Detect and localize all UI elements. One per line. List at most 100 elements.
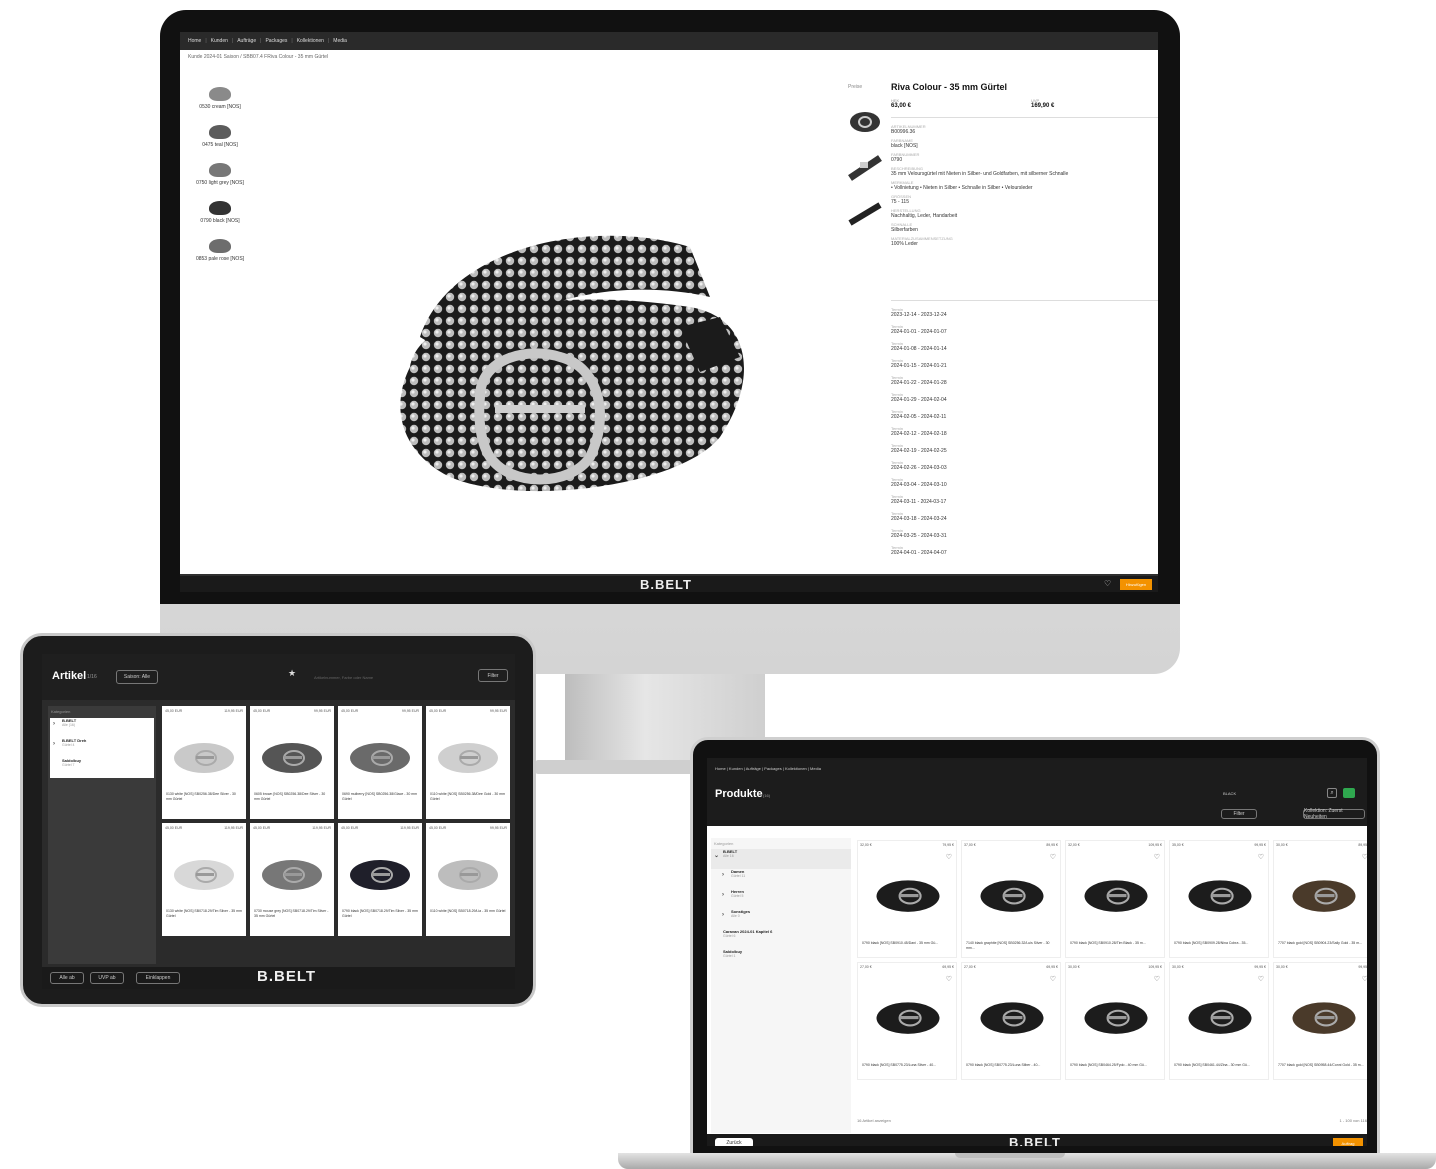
product-card[interactable]: 30,00 € 99,95 € ♡ 7707 black gold [NOS] SB0… [1273, 962, 1367, 1080]
search-input[interactable]: Artikelnummer, Farbe oder Name [314, 675, 373, 680]
variant-item[interactable]: 0853 pale rose [NOS] [190, 224, 250, 262]
nav-kollektionen[interactable]: Kollektionen [297, 38, 324, 44]
belt-image [1084, 880, 1148, 912]
heart-icon[interactable]: ♡ [1258, 975, 1264, 983]
date-row[interactable]: Termin 2024-01-08 - 2024-01-14 [891, 341, 991, 358]
date-row[interactable]: Termin 2024-01-15 - 2024-01-21 [891, 358, 991, 375]
date-row[interactable]: Termin 2024-04-01 - 2024-04-07 [891, 545, 991, 562]
filter-button[interactable]: Filter [478, 669, 508, 682]
ek-price: 45,00 EUR [429, 709, 447, 713]
category-item[interactable]: › Herren Gürtel 5 [719, 889, 851, 909]
date-row[interactable]: Termin 2024-03-11 - 2024-03-17 [891, 494, 991, 511]
back-button[interactable]: Zurück [715, 1138, 753, 1146]
belt-thumbnail-icon[interactable] [848, 107, 882, 137]
date-row[interactable]: Termin 2024-01-29 - 2024-02-04 [891, 392, 991, 409]
heart-icon[interactable]: ♡ [1362, 975, 1367, 983]
variant-item[interactable]: 0530 cream [NOS] [190, 72, 250, 110]
variant-item[interactable]: 0790 black [NOS] [190, 186, 250, 224]
date-row[interactable]: Termin 2024-02-05 - 2024-02-11 [891, 409, 991, 426]
breadcrumb[interactable]: Kunde 2024-01 Saison / SBB07.4 FRiva Col… [188, 54, 328, 60]
date-row[interactable]: Termin 2024-01-01 - 2024-01-07 [891, 324, 991, 341]
product-card[interactable]: 32,00 € 109,95 € ♡ 0790 black [NOS] SB0910.… [1065, 840, 1165, 958]
page-range[interactable]: 1 - 100 von 116 [1339, 1118, 1367, 1128]
nav-home[interactable]: Home [188, 38, 201, 44]
sort-button[interactable]: Kollektion: Zuerst Neuheiten [1303, 808, 1365, 820]
belt-image [438, 743, 498, 773]
product-card[interactable]: 45,00 EUR 119,95 EUR 0130 white [NOS] SB02… [162, 706, 246, 819]
product-card[interactable]: 27,00 € 69,95 € ♡ 0790 black [NOS] SB0775.2… [961, 962, 1061, 1080]
category-item[interactable]: › Sonstiges Alle 0 [719, 909, 851, 929]
belt-thumbnail-icon[interactable] [848, 197, 882, 227]
date-row[interactable]: Termin 2024-02-12 - 2024-02-18 [891, 426, 991, 443]
heart-icon[interactable]: ♡ [1258, 853, 1264, 861]
filter-button[interactable]: Filter [1221, 809, 1257, 819]
heart-icon[interactable]: ♡ [1050, 853, 1056, 861]
product-card[interactable]: 45,00 EUR 99,95 EUR 0110 white [NOS] SB025… [426, 706, 510, 819]
brand-logo: B.BELT [640, 577, 692, 592]
show-articles-link[interactable]: 16 Artikel anzeigen [857, 1118, 891, 1128]
product-name: 0110 white [NOS] SB0718.29/Lia - 35 mm G… [430, 909, 506, 913]
date-row[interactable]: Termin 2023-12-14 - 2023-12-24 [891, 307, 991, 324]
heart-icon[interactable]: ♡ [1154, 975, 1160, 983]
heart-icon[interactable]: ♡ [1050, 975, 1056, 983]
footer-button[interactable]: UVP ab [90, 972, 124, 984]
footer-button[interactable]: Einklappen [136, 972, 180, 984]
heart-icon[interactable]: ♡ [1104, 579, 1111, 588]
product-card[interactable]: 45,00 EUR 119,95 EUR 0730 mouse grey [NOS]… [250, 823, 334, 936]
product-card[interactable]: 35,00 € 99,95 € ♡ 0790 black [NOS] SB0909.2… [1169, 840, 1269, 958]
product-card[interactable]: 30,00 € 89,95 € ♡ 7707 black gold [NOS] SB0… [1273, 840, 1367, 958]
product-card[interactable]: 30,00 € 109,95 € ♡ 0790 black [NOS] SB0464.… [1065, 962, 1165, 1080]
product-card[interactable]: 32,00 € 79,95 € ♡ 0790 black [NOS] SB0910.4… [857, 840, 957, 958]
ek-price: 30,00 € [1276, 965, 1288, 969]
add-icon[interactable] [1343, 788, 1355, 798]
variant-item[interactable]: 0750 light grey [NOS] [190, 148, 250, 186]
nav-kunden[interactable]: Kunden [211, 38, 228, 44]
date-row[interactable]: Termin 2024-01-22 - 2024-01-28 [891, 375, 991, 392]
tablet-header: Artikel 1/16 Saison: Alle ★ Artikelnumme… [42, 654, 515, 700]
laptop-notch [955, 1153, 1065, 1158]
heart-icon[interactable]: ♡ [946, 975, 952, 983]
season-filter-button[interactable]: Saison: Alle [116, 670, 158, 684]
belt-thumbnail-icon[interactable] [848, 152, 882, 182]
order-button[interactable]: Auftrag [1333, 1138, 1363, 1146]
star-icon[interactable]: ★ [288, 668, 296, 679]
product-card[interactable]: 45,00 EUR 99,95 EUR 0110 white [NOS] SB071… [426, 823, 510, 936]
product-card[interactable]: 27,00 € 69,95 € ♡ 0790 black [NOS] SB0775.2… [857, 962, 957, 1080]
date-row[interactable]: Termin 2024-02-26 - 2024-03-03 [891, 460, 991, 477]
nav-auftraege[interactable]: Aufträge [237, 38, 256, 44]
date-row[interactable]: Termin 2024-03-04 - 2024-03-10 [891, 477, 991, 494]
product-card[interactable]: 45,00 EUR 119,95 EUR 0790 black [NOS] SB07… [338, 823, 422, 936]
product-card[interactable]: 45,00 EUR 99,95 EUR 0605 brown [NOS] SB025… [250, 706, 334, 819]
uvp-price: 109,95 € [1148, 965, 1162, 969]
nav-packages[interactable]: Packages [265, 38, 287, 44]
footer-button[interactable]: Alle ab [50, 972, 84, 984]
heart-icon[interactable]: ♡ [1362, 853, 1367, 861]
category-item[interactable]: › B.BELT Dreh Gürtel 4 [50, 738, 154, 758]
product-card[interactable]: 37,00 € 89,95 € ♡ 7140 black graphite [NOS]… [961, 840, 1061, 958]
product-card[interactable]: 30,00 € 99,95 € ♡ 0790 black [NOS] SB0461.4… [1169, 962, 1269, 1080]
category-item[interactable]: › B.BELT Alle (16) [50, 718, 154, 738]
product-card[interactable]: 45,00 EUR 99,95 EUR 0690 mulberry [NOS] SB… [338, 706, 422, 819]
category-item[interactable]: Saldo/buy Gürtel 7 [50, 758, 154, 778]
category-item[interactable]: › Damen Gürtel 11 [719, 869, 851, 889]
search-input[interactable]: BLACK [1223, 791, 1236, 796]
category-item[interactable]: Caravan 2024-01 Kapitel 6 Gürtel 6 [711, 929, 851, 949]
add-to-order-button[interactable]: Hinzufügen [1120, 579, 1152, 590]
heart-icon[interactable]: ♡ [1154, 853, 1160, 861]
uvp-price: 99,95 € [1254, 965, 1266, 969]
date-row[interactable]: Termin 2024-02-19 - 2024-02-25 [891, 443, 991, 460]
date-row[interactable]: Termin 2024-03-18 - 2024-03-24 [891, 511, 991, 528]
product-card[interactable]: 45,00 EUR 119,95 EUR 0130 white [NOS] SB07… [162, 823, 246, 936]
laptop-top-nav[interactable]: Home | Kunden | Aufträge | Packages | Ko… [715, 766, 821, 771]
category-item[interactable]: ⌄ B.BELT Alle 16 [711, 849, 851, 869]
heart-icon[interactable]: ♡ [946, 853, 952, 861]
ek-value: 63,00 € [891, 103, 912, 109]
category-item[interactable]: Saldo/buy Gürtel 1 [711, 949, 851, 969]
date-row[interactable]: Termin 2024-03-25 - 2024-03-31 [891, 528, 991, 545]
monitor-bezel: Home | Kunden | Aufträge | Packages | Kollek… [160, 10, 1180, 604]
search-icon[interactable]: ⌕ [1327, 788, 1337, 798]
nav-media[interactable]: Media [333, 38, 347, 44]
chevron-right-icon: › [722, 892, 724, 898]
variant-list: 0530 cream [NOS] 0475 teal [NOS] 0750 li… [190, 72, 250, 262]
variant-item[interactable]: 0475 teal [NOS] [190, 110, 250, 148]
